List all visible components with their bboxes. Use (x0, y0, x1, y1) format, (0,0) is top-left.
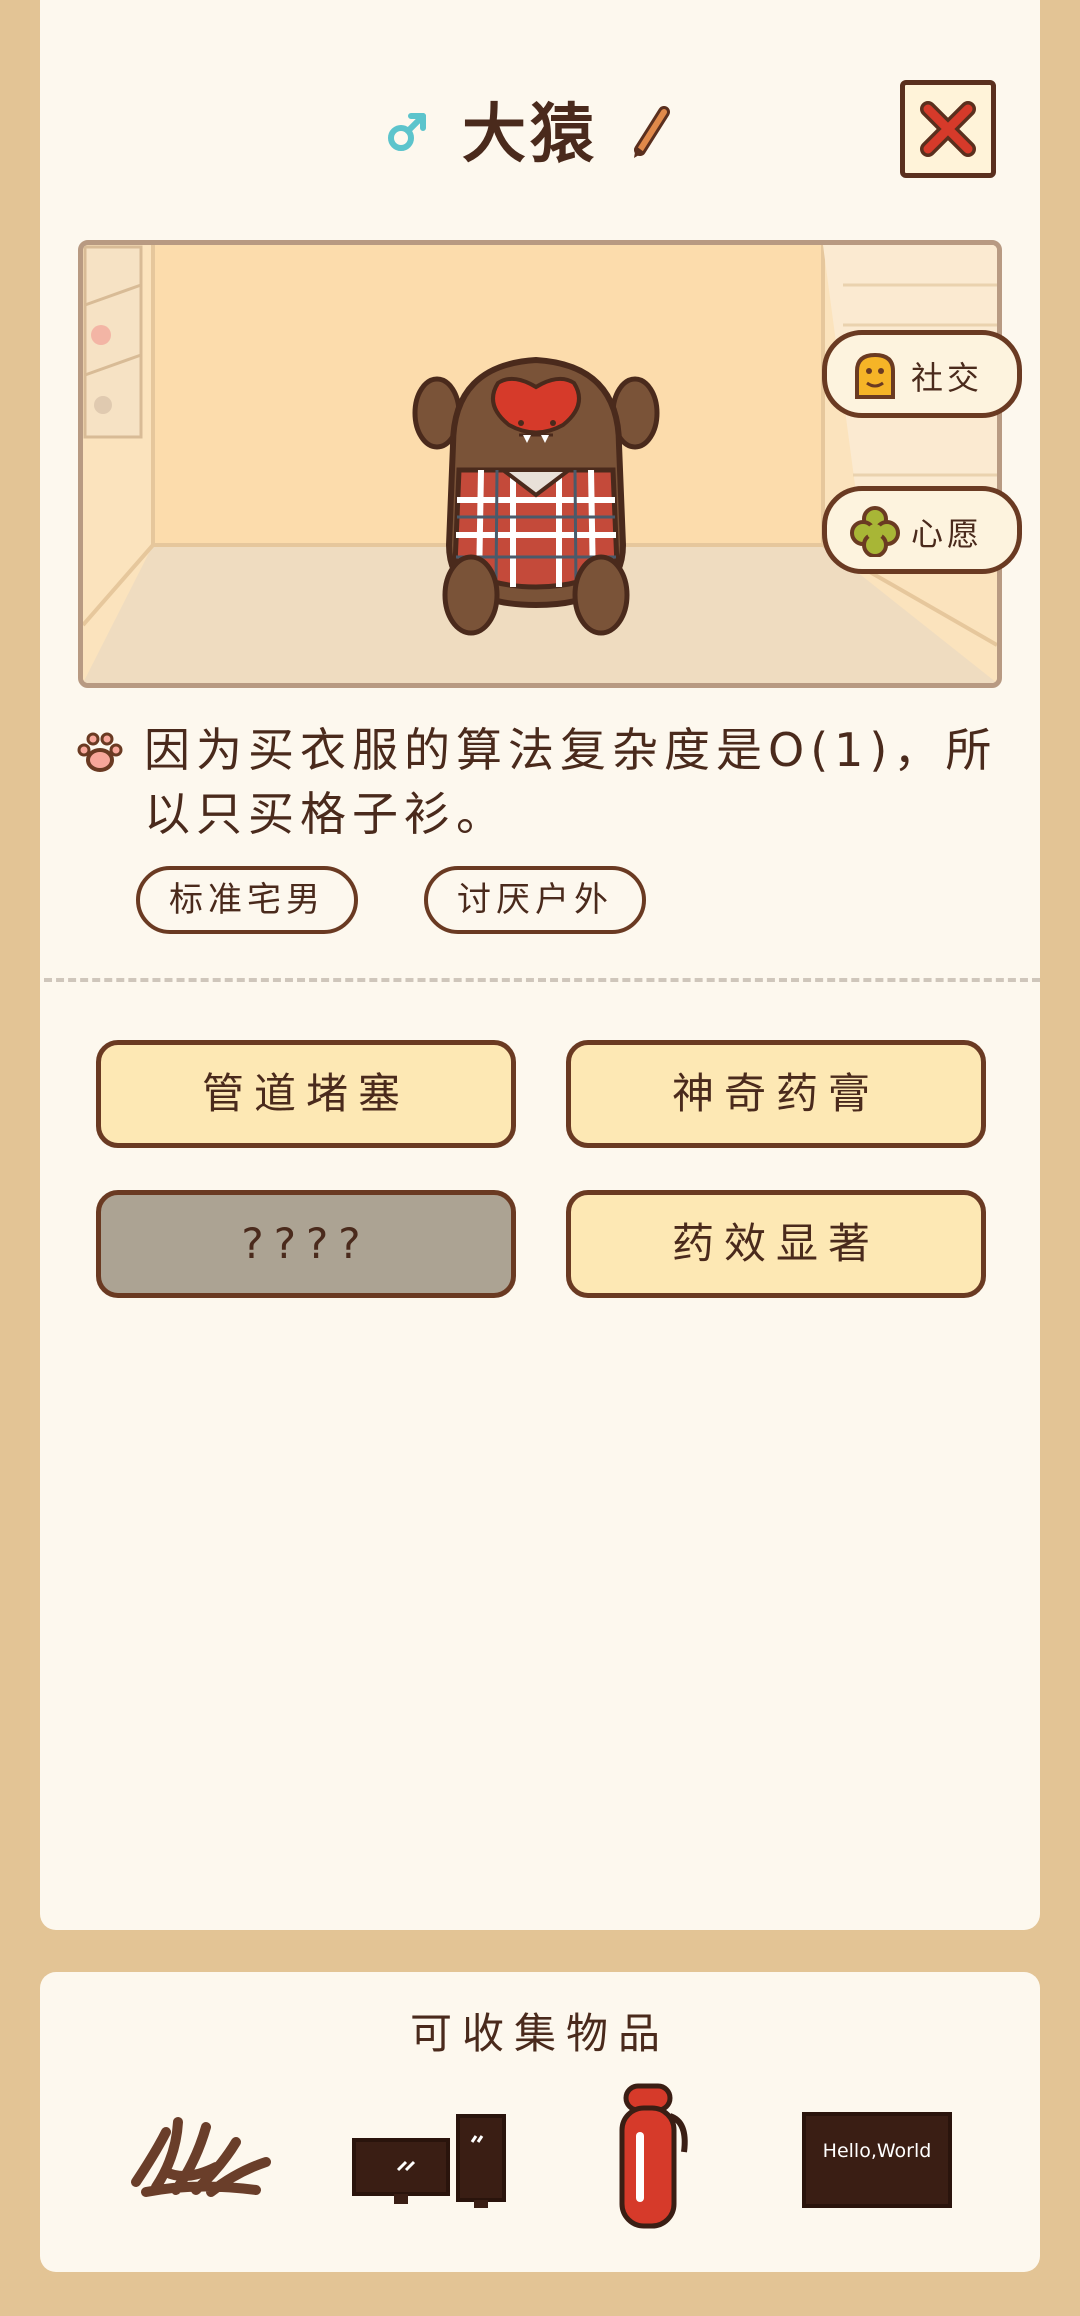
male-gender-icon (385, 110, 429, 158)
clover-icon (849, 505, 901, 561)
hair-tuft-icon[interactable] (126, 2112, 276, 2206)
close-button[interactable] (900, 80, 996, 178)
character-card: 大猿 社交 心愿 因为买衣服的算法复杂度是O(1)，所以只买格子衫。 标准宅男 … (40, 0, 1040, 1930)
room-illustration (83, 245, 997, 683)
collectibles-title: 可收集物品 (409, 2009, 670, 2058)
wish-button-label: 心愿 (911, 515, 984, 553)
close-icon (920, 101, 976, 157)
social-button-label: 社交 (911, 359, 984, 397)
wish-button[interactable]: 心愿 (822, 486, 1022, 574)
tag-chip: 讨厌户外 (424, 866, 646, 934)
skill-button[interactable]: 药效显著 (566, 1190, 986, 1298)
collectibles-card: 可收集物品 Hello,World (40, 1972, 1040, 2272)
chalkboard-text: Hello,World (822, 2140, 932, 2162)
skill-button[interactable]: 神奇药膏 (566, 1040, 986, 1148)
section-divider (44, 978, 1040, 982)
ape-character[interactable] (412, 356, 660, 636)
thermos-icon[interactable] (616, 2082, 692, 2236)
character-room-scene (78, 240, 1002, 688)
character-name: 大猿 (462, 98, 598, 172)
locked-skill-button[interactable]: ???? (96, 1190, 516, 1298)
edit-pencil-icon[interactable] (630, 106, 672, 164)
social-face-icon (849, 349, 901, 405)
tag-chip: 标准宅男 (136, 866, 358, 934)
paw-print-icon (76, 728, 124, 780)
character-description: 因为买衣服的算法复杂度是O(1)，所以只买格子衫。 (144, 723, 998, 841)
dual-monitor-icon[interactable] (350, 2112, 510, 2216)
skill-button[interactable]: 管道堵塞 (96, 1040, 516, 1148)
chalkboard-icon[interactable]: Hello,World (800, 2110, 954, 2214)
social-button[interactable]: 社交 (822, 330, 1022, 418)
title-row: 大猿 (40, 92, 1040, 182)
